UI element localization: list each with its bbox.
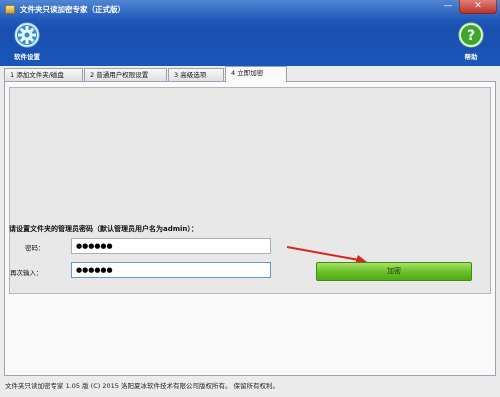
tab-add-folder[interactable]: 1 添加文件夹/磁盘	[4, 68, 83, 81]
footer-copyright: 文件夹只读加密专家 1.05 版 (C) 2015 洛阳夏冰软件技术有限公司版权…	[5, 382, 280, 390]
close-button[interactable]: ✕	[459, 0, 497, 14]
question-mark-icon: ?	[458, 22, 484, 48]
encrypt-button[interactable]: 加密	[316, 262, 472, 281]
minimize-button[interactable]: —	[438, 0, 458, 14]
gear-icon	[14, 22, 40, 48]
help-label: 帮助	[464, 53, 478, 61]
confirm-password-label: 再次输入：	[10, 269, 43, 277]
help-button[interactable]: ? 帮助	[451, 22, 491, 61]
tab-advanced-options[interactable]: 3 高级选项	[168, 68, 224, 81]
tab-encrypt-now[interactable]: 4 立即加密	[225, 66, 287, 82]
tab-strip: 1 添加文件夹/磁盘 2 普通用户权限设置 3 高级选项 4 立即加密	[4, 66, 496, 82]
settings-button[interactable]: 软件设置	[7, 22, 47, 61]
password-field[interactable]	[71, 238, 271, 254]
tab-user-permissions[interactable]: 2 普通用户权限设置	[84, 68, 167, 81]
app-folder-icon	[5, 5, 15, 14]
window-title: 文件夹只读加密专家（正式版）	[20, 5, 125, 14]
svg-text:?: ?	[467, 28, 475, 44]
password-prompt: 请设置文件夹的管理员密码（默认管理员用户名为admin）：	[9, 225, 198, 233]
password-label: 密码：	[25, 244, 45, 252]
app-window: 文件夹只读加密专家（正式版） — ✕ 软件设置 ? 帮助 1 添加文件夹/磁盘 …	[0, 0, 500, 397]
confirm-password-field[interactable]	[71, 262, 271, 278]
header-bar: 文件夹只读加密专家（正式版） — ✕ 软件设置 ? 帮助	[0, 0, 500, 66]
settings-label: 软件设置	[14, 53, 40, 61]
